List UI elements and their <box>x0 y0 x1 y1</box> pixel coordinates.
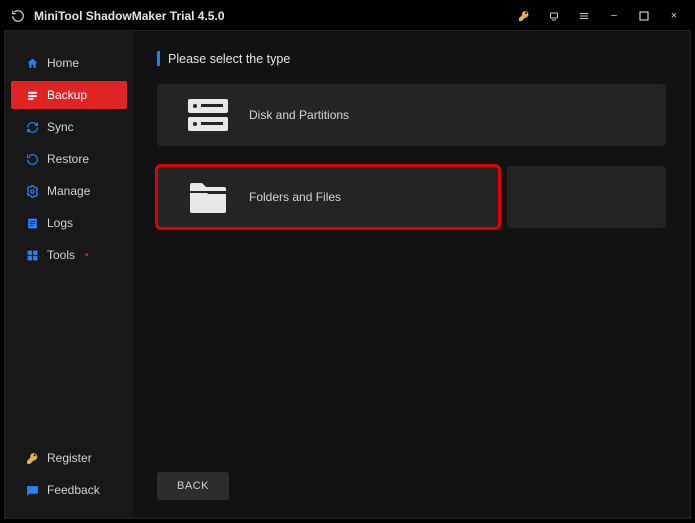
heading-text: Please select the type <box>168 52 290 66</box>
logs-icon <box>25 216 39 230</box>
sidebar-item-logs[interactable]: Logs <box>5 209 133 237</box>
back-button-label: BACK <box>177 480 209 492</box>
sidebar-item-label: Manage <box>47 184 90 198</box>
heading-accent-bar <box>157 51 160 66</box>
option-spacer-panel <box>507 166 666 228</box>
sidebar-item-label: Feedback <box>47 483 100 497</box>
main-panel: Please select the type Disk <box>133 31 690 518</box>
sidebar: Home Backup Sync <box>5 31 133 518</box>
app-window: MiniTool ShadowMaker Trial 4.5.0 − × Hom <box>0 0 695 523</box>
sidebar-item-tools[interactable]: Tools • <box>5 241 133 269</box>
sync-icon <box>25 120 39 134</box>
disk-icon <box>185 95 231 135</box>
tools-badge: • <box>85 250 89 261</box>
titlebar: MiniTool ShadowMaker Trial 4.5.0 − × <box>2 2 693 30</box>
menu-icon[interactable] <box>573 5 595 27</box>
sidebar-item-manage[interactable]: Manage <box>5 177 133 205</box>
minimize-button[interactable]: − <box>603 5 625 27</box>
page-heading: Please select the type <box>157 51 690 66</box>
option-folders-files[interactable]: Folders and Files <box>157 166 499 228</box>
app-logo-icon <box>10 8 26 24</box>
option-disk-partitions[interactable]: Disk and Partitions <box>157 84 666 146</box>
sidebar-item-label: Restore <box>47 152 89 166</box>
sidebar-item-label: Register <box>47 451 92 465</box>
manage-icon <box>25 184 39 198</box>
maximize-button[interactable] <box>633 5 655 27</box>
back-button[interactable]: BACK <box>157 472 229 500</box>
tools-icon <box>25 248 39 262</box>
sidebar-item-label: Logs <box>47 216 73 230</box>
home-icon <box>25 56 39 70</box>
sidebar-item-label: Home <box>47 56 79 70</box>
sidebar-item-label: Backup <box>47 88 87 102</box>
window-title: MiniTool ShadowMaker Trial 4.5.0 <box>34 9 225 23</box>
sidebar-item-label: Sync <box>47 120 74 134</box>
sidebar-item-home[interactable]: Home <box>5 49 133 77</box>
key-icon[interactable] <box>513 5 535 27</box>
sidebar-item-register[interactable]: Register <box>5 444 133 472</box>
register-key-icon <box>25 451 39 465</box>
feedback-icon <box>25 483 39 497</box>
device-icon[interactable] <box>543 5 565 27</box>
option-label: Folders and Files <box>249 190 341 204</box>
sidebar-item-restore[interactable]: Restore <box>5 145 133 173</box>
folder-icon <box>185 177 231 217</box>
option-label: Disk and Partitions <box>249 108 349 122</box>
sidebar-item-sync[interactable]: Sync <box>5 113 133 141</box>
sidebar-item-label: Tools <box>47 248 75 262</box>
sidebar-item-feedback[interactable]: Feedback <box>5 476 133 504</box>
restore-icon <box>25 152 39 166</box>
backup-icon <box>25 88 39 102</box>
sidebar-item-backup[interactable]: Backup <box>11 81 127 109</box>
close-button[interactable]: × <box>663 5 685 27</box>
